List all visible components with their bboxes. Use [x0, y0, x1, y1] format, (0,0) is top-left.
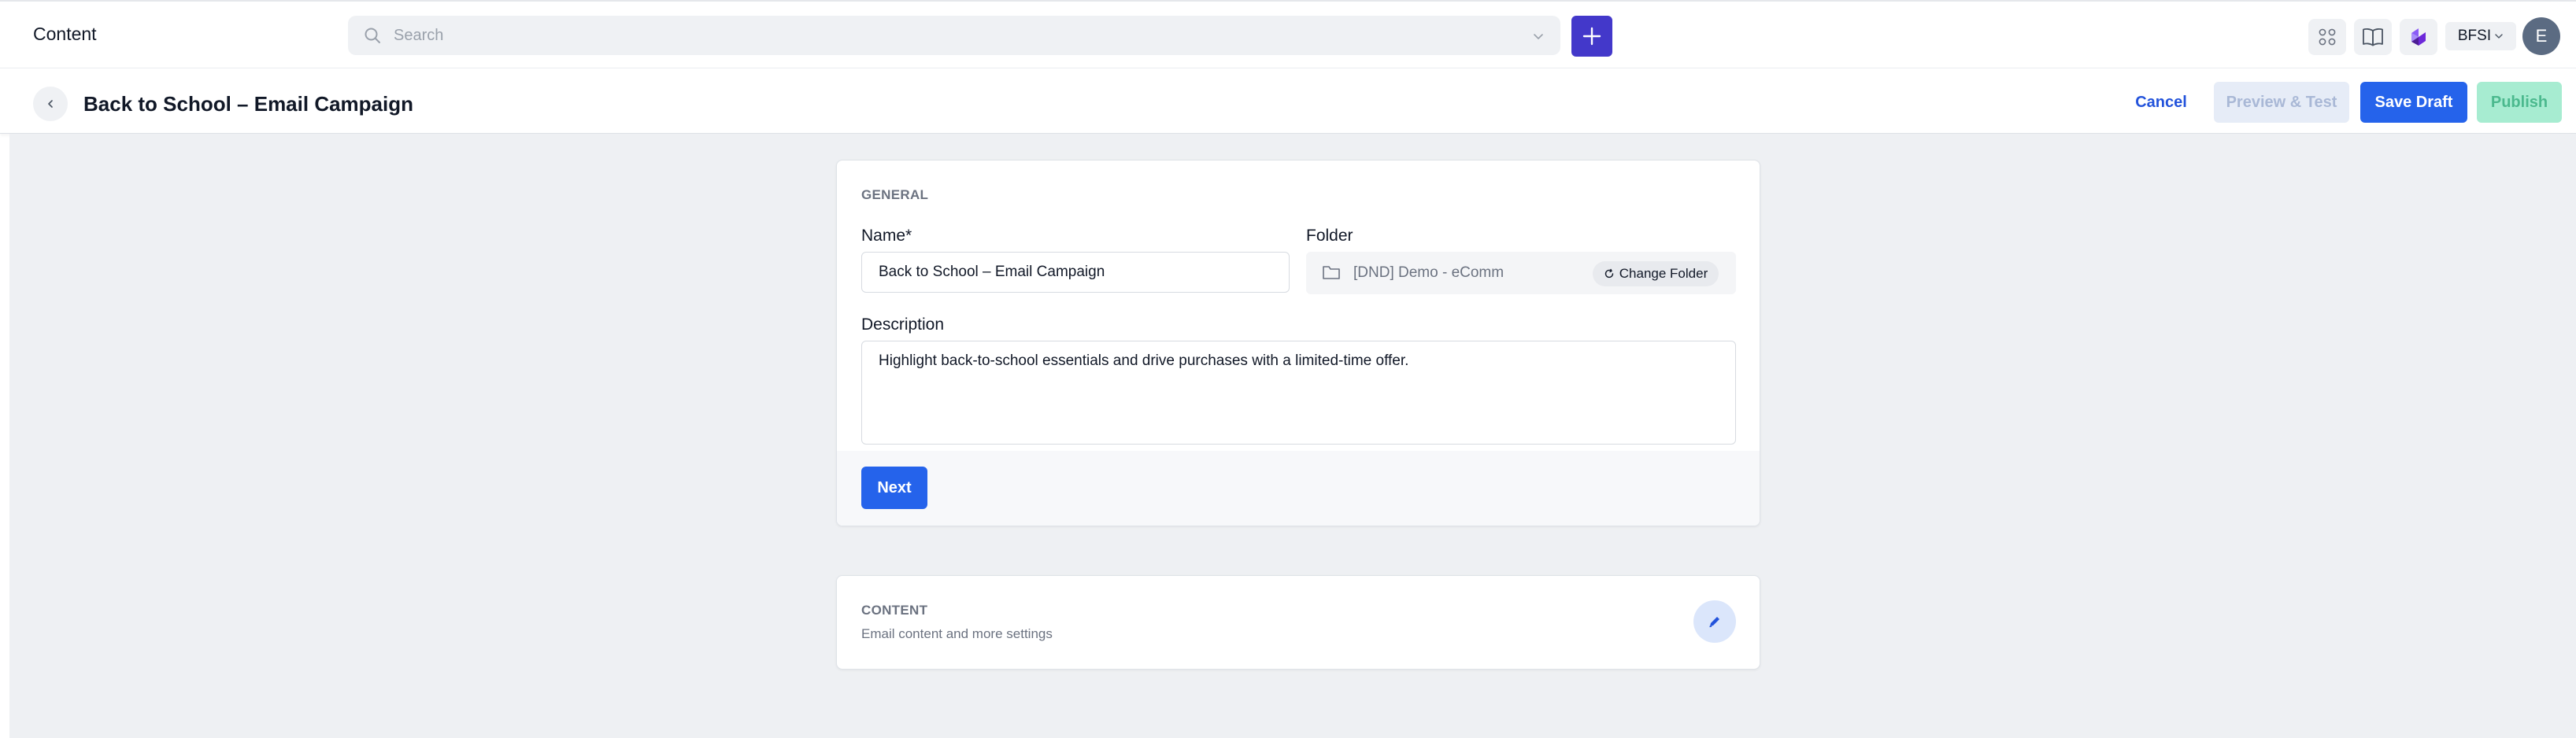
- edit-content-button[interactable]: [1693, 600, 1736, 643]
- book-icon: [2363, 28, 2383, 46]
- publish-button[interactable]: Publish: [2477, 82, 2562, 123]
- sparkle-icon: [2411, 28, 2426, 46]
- folder-icon: [1323, 266, 1340, 279]
- page-title: Back to School – Email Campaign: [83, 92, 413, 116]
- pencil-icon: [1709, 617, 1719, 628]
- grid-icon: [2319, 28, 2336, 46]
- back-button[interactable]: [33, 87, 68, 121]
- content-subtitle: Email content and more settings: [861, 626, 1053, 641]
- description-label: Description: [861, 315, 945, 334]
- plus-icon: [1582, 27, 1601, 46]
- change-folder-button[interactable]: Change Folder: [1593, 261, 1719, 286]
- chevron-left-icon: [48, 100, 53, 108]
- app-title: Content: [33, 24, 97, 44]
- search-icon: [365, 28, 380, 43]
- org-name: BFSI: [2457, 28, 2492, 44]
- name-field[interactable]: Back to School – Email Campaign: [861, 252, 1290, 293]
- description-value: Highlight back-to-school essentials and …: [879, 352, 1409, 369]
- folder-name: [DND] Demo - eComm: [1353, 264, 1505, 281]
- chevron-down-icon[interactable]: [1532, 30, 1545, 42]
- section-title-general: GENERAL: [861, 187, 929, 202]
- change-folder-label: Change Folder: [1619, 266, 1708, 281]
- chevron-down-icon: [2495, 34, 2503, 39]
- save-draft-button[interactable]: Save Draft: [2360, 82, 2467, 123]
- top-bar: Content Search BFSI E: [0, 0, 2576, 68]
- preview-test-button[interactable]: Preview & Test: [2214, 82, 2349, 123]
- avatar[interactable]: E: [2522, 17, 2560, 55]
- org-selector[interactable]: BFSI: [2445, 22, 2516, 50]
- name-value: Back to School – Email Campaign: [879, 264, 1105, 280]
- section-title-content: CONTENT: [861, 603, 928, 618]
- folder-label: Folder: [1306, 227, 1353, 245]
- refresh-icon: [1604, 268, 1613, 279]
- name-label: Name*: [861, 227, 912, 245]
- search-bar[interactable]: [348, 16, 1560, 55]
- content-section: CONTENT Email content and more settings: [836, 575, 1760, 670]
- search-input[interactable]: [394, 16, 1496, 55]
- add-button[interactable]: [1571, 16, 1612, 57]
- assistant-button[interactable]: [2400, 19, 2437, 55]
- page-header: Back to School – Email Campaign Cancel P…: [0, 68, 2576, 134]
- folder-field: [DND] Demo - eComm Change Folder: [1306, 252, 1736, 294]
- docs-button[interactable]: [2354, 19, 2392, 55]
- description-field[interactable]: Highlight back-to-school essentials and …: [861, 341, 1736, 445]
- apps-button[interactable]: [2308, 19, 2346, 55]
- general-section: GENERAL Name* Back to School – Email Cam…: [836, 160, 1760, 526]
- general-footer: Next: [837, 451, 1760, 526]
- next-button[interactable]: Next: [861, 467, 927, 509]
- cancel-button[interactable]: Cancel: [2124, 82, 2198, 123]
